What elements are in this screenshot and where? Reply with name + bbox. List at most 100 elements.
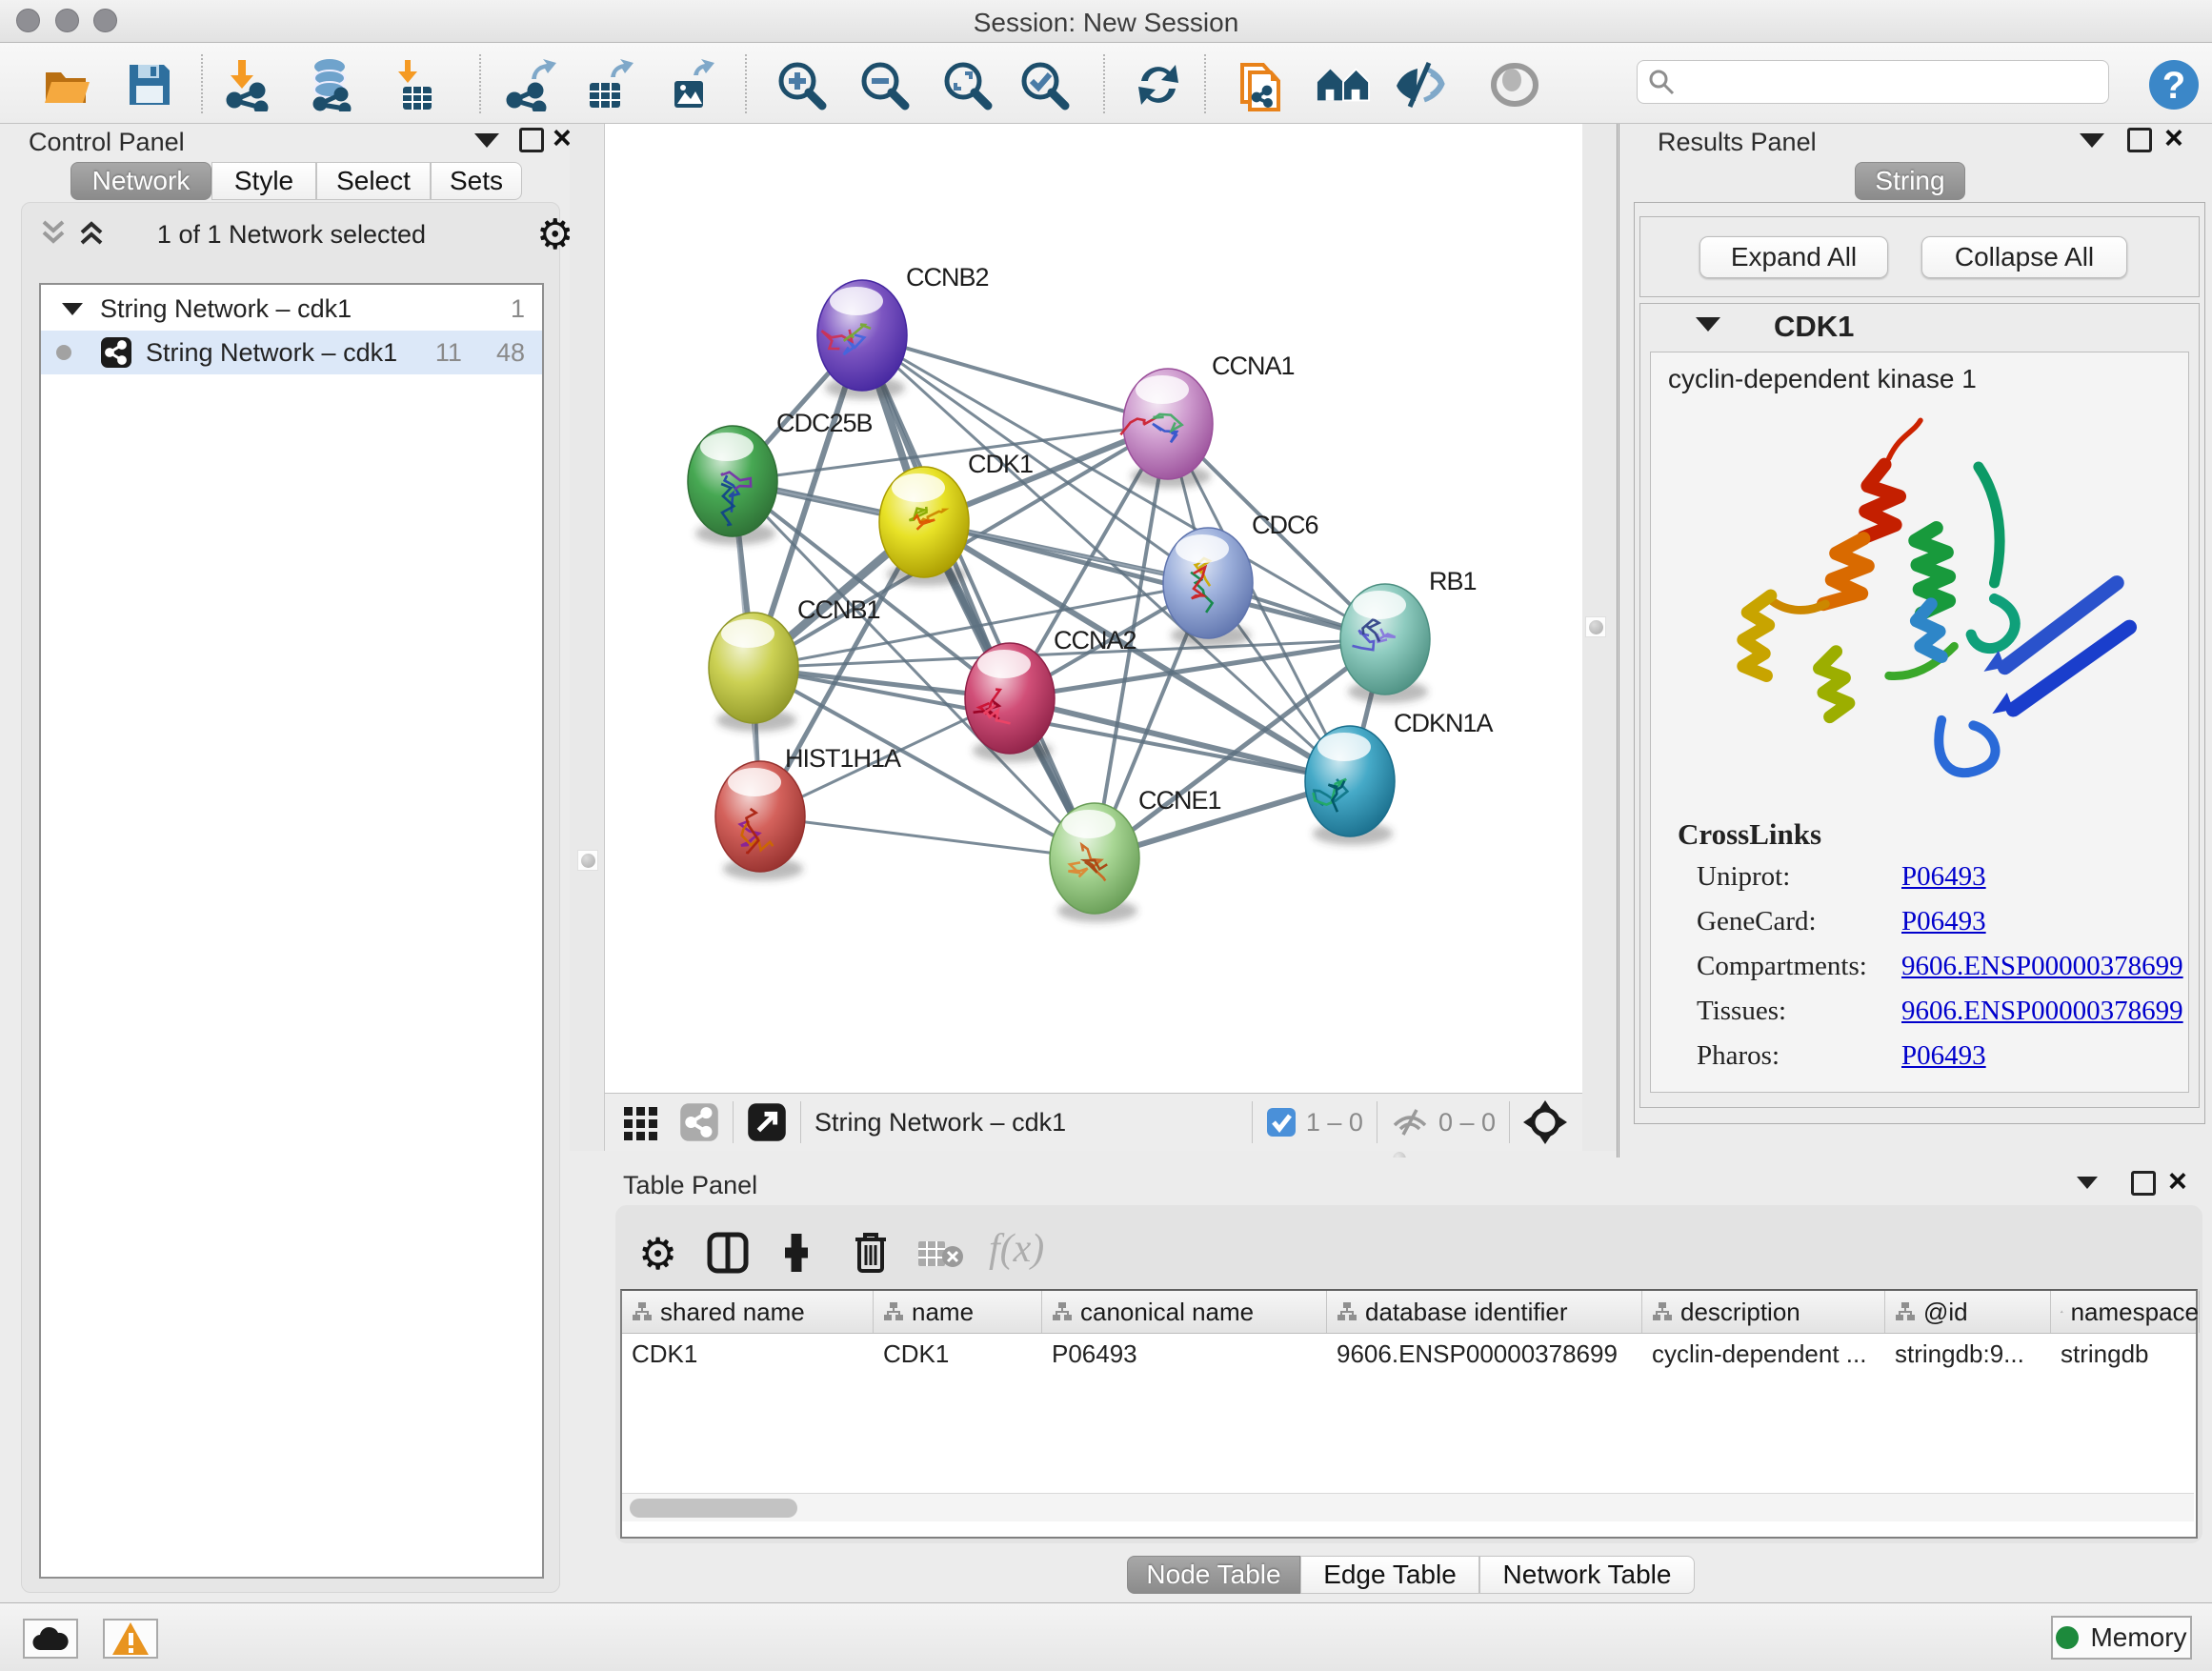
table-cell[interactable]: P06493 — [1042, 1334, 1327, 1377]
table-cell[interactable]: stringdb:9... — [1885, 1334, 2051, 1377]
refresh-button[interactable] — [1131, 57, 1186, 112]
tab-network-table[interactable]: Network Table — [1479, 1556, 1695, 1594]
first-neighbors-button[interactable] — [1316, 57, 1371, 112]
crosslink-compartments-link[interactable]: 9606.ENSP00000378699 — [1901, 951, 2183, 981]
column-header-name[interactable]: name — [874, 1291, 1042, 1333]
tab-string[interactable]: String — [1855, 162, 1965, 200]
add-column-icon[interactable] — [775, 1232, 817, 1274]
cloud-button[interactable] — [23, 1619, 78, 1659]
network-row[interactable]: String Network – cdk1 11 48 — [41, 331, 542, 374]
collection-expand-icon[interactable] — [62, 303, 83, 315]
left-splitter[interactable] — [570, 124, 604, 1151]
hidden-eye-icon[interactable] — [1391, 1106, 1429, 1138]
table-hscrollbar-thumb[interactable] — [630, 1499, 797, 1518]
crosslink-pharos-link[interactable]: P06493 — [1901, 1040, 1986, 1071]
column-header-description[interactable]: description — [1642, 1291, 1885, 1333]
grid-view-icon[interactable] — [622, 1103, 660, 1141]
memory-button[interactable]: Memory — [2051, 1616, 2192, 1660]
column-header-namespace[interactable]: namespace — [2051, 1291, 2200, 1333]
show-all-button[interactable] — [1487, 57, 1542, 112]
help-button[interactable]: ? — [2146, 57, 2202, 112]
network-collection-row[interactable]: String Network – cdk1 1 — [41, 287, 542, 331]
clone-network-button[interactable] — [1233, 57, 1288, 112]
delete-table-icon[interactable] — [918, 1239, 964, 1270]
import-network-file-button[interactable] — [221, 57, 276, 112]
network-node-CDKN1A[interactable] — [1305, 726, 1395, 836]
control-panel-menu-icon[interactable] — [474, 133, 499, 148]
control-panel: Control Panel × NetworkStyleSelectSets 1… — [11, 124, 570, 1602]
hide-selected-button[interactable] — [1393, 57, 1448, 112]
column-header--id[interactable]: @id — [1885, 1291, 2051, 1333]
tab-select[interactable]: Select — [316, 162, 431, 200]
table-cell[interactable]: 9606.ENSP00000378699 — [1327, 1334, 1642, 1377]
table-cell[interactable]: stringdb — [2051, 1334, 2200, 1377]
export-network-button[interactable] — [503, 57, 558, 112]
control-panel-float-icon[interactable] — [519, 128, 544, 152]
selected-checkbox-icon[interactable] — [1266, 1107, 1297, 1137]
birds-eye-toggle-icon[interactable] — [1523, 1100, 1567, 1144]
network-node-CCNE1[interactable] — [1050, 803, 1139, 914]
zoom-in-button[interactable] — [774, 57, 829, 112]
right-splitter[interactable] — [1582, 124, 1617, 1151]
network-node-CCNA1[interactable] — [1120, 369, 1213, 479]
results-panel-float-icon[interactable] — [2127, 128, 2152, 152]
tab-sets[interactable]: Sets — [431, 162, 522, 200]
table-cell[interactable]: CDK1 — [622, 1334, 874, 1377]
left-splitter-handle[interactable] — [577, 850, 598, 871]
detach-view-icon[interactable] — [747, 1102, 787, 1142]
zoom-fit-button[interactable] — [939, 57, 995, 112]
open-session-button[interactable] — [40, 57, 95, 112]
results-panel-menu-icon[interactable] — [2080, 133, 2104, 148]
export-image-icon — [665, 58, 716, 111]
table-hscrollbar[interactable] — [622, 1493, 2194, 1521]
network-canvas[interactable]: CCNB2CCNA1CDC25BCDK1CDC6RB1CCNB1CCNA2CDK… — [604, 124, 1582, 1093]
search-input[interactable] — [1676, 68, 2095, 97]
network-node-RB1[interactable] — [1340, 584, 1430, 695]
column-header-canonical-name[interactable]: canonical name — [1042, 1291, 1327, 1333]
delete-column-icon[interactable] — [852, 1230, 890, 1274]
table-cell[interactable]: CDK1 — [874, 1334, 1042, 1377]
network-graph[interactable]: CCNB2CCNA1CDC25BCDK1CDC6RB1CCNB1CCNA2CDK… — [605, 124, 1583, 1093]
network-node-CCNB1[interactable] — [709, 613, 798, 723]
table-cell[interactable]: cyclin-dependent ... — [1642, 1334, 1885, 1377]
zoom-selected-button[interactable] — [1016, 57, 1072, 112]
column-header-shared-name[interactable]: shared name — [622, 1291, 874, 1333]
table-gear-icon[interactable]: ⚙ — [638, 1228, 677, 1279]
import-table-file-button[interactable] — [387, 57, 442, 112]
network-options-gear-icon[interactable]: ⚙ — [536, 211, 573, 259]
network-node-CDC25B[interactable] — [688, 426, 777, 536]
network-node-HIST1H1A[interactable] — [715, 761, 805, 872]
export-image-button[interactable] — [663, 57, 718, 112]
expand-all-button[interactable]: Expand All — [1699, 236, 1888, 278]
tab-style[interactable]: Style — [211, 162, 316, 200]
entry-collapse-icon[interactable] — [1696, 317, 1720, 332]
column-header-database-identifier[interactable]: database identifier — [1327, 1291, 1642, 1333]
tab-network[interactable]: Network — [70, 162, 211, 200]
crosslink-genecard-link[interactable]: P06493 — [1901, 906, 1986, 936]
table-panel-menu-icon[interactable] — [2077, 1177, 2098, 1189]
network-node-CCNB2[interactable] — [817, 280, 907, 391]
control-panel-close-icon[interactable]: × — [553, 126, 572, 151]
results-panel-close-icon[interactable]: × — [2164, 126, 2183, 151]
warnings-button[interactable] — [103, 1619, 158, 1659]
show-columns-icon[interactable] — [707, 1232, 749, 1274]
network-node-CDK1[interactable] — [879, 467, 969, 577]
crosslink-tissues-link[interactable]: 9606.ENSP00000378699 — [1901, 996, 2183, 1026]
save-session-button[interactable] — [122, 57, 177, 112]
export-table-button[interactable] — [580, 57, 635, 112]
zoom-out-button[interactable] — [856, 57, 912, 112]
collapse-all-button[interactable]: Collapse All — [1921, 236, 2127, 278]
tab-node-table[interactable]: Node Table — [1127, 1556, 1300, 1594]
import-network-database-button[interactable] — [304, 57, 359, 112]
crosslink-uniprot-link[interactable]: P06493 — [1901, 861, 1986, 892]
table-row[interactable]: CDK1CDK1P064939606.ENSP00000378699cyclin… — [622, 1334, 2196, 1377]
table-panel-float-icon[interactable] — [2131, 1171, 2156, 1196]
tab-edge-table[interactable]: Edge Table — [1300, 1556, 1479, 1594]
network-node-CCNA2[interactable] — [965, 643, 1055, 754]
network-overview-icon[interactable] — [679, 1102, 719, 1142]
help-icon: ? — [2147, 58, 2201, 111]
network-node-CDC6[interactable] — [1163, 528, 1253, 638]
function-builder-icon[interactable]: f(x) — [989, 1226, 1044, 1272]
table-panel-close-icon[interactable]: × — [2168, 1169, 2187, 1194]
right-splitter-handle[interactable] — [1585, 616, 1606, 637]
